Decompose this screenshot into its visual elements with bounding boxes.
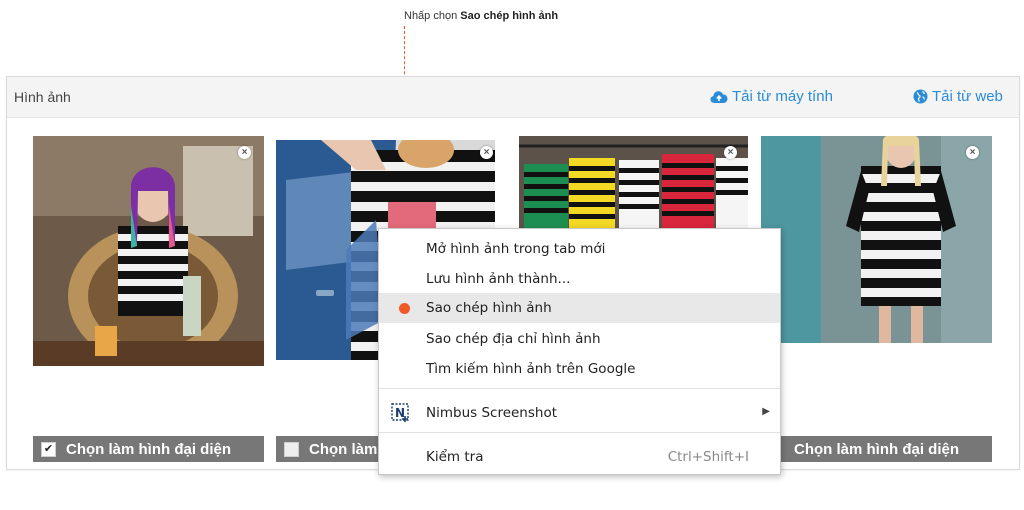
photo-thumbnail-4[interactable]: × [761,136,992,343]
photo-image-4 [761,136,992,343]
menu-separator [379,432,780,433]
cloud-upload-icon [710,90,728,103]
menu-item-copy-image[interactable]: Sao chép hình ảnh [379,293,780,323]
menu-item-inspect[interactable]: Kiểm tra Ctrl+Shift+I [379,442,780,472]
remove-photo-1-button[interactable]: × [238,146,251,159]
upload-from-web-link[interactable]: Tải từ web [913,88,1003,105]
upload-from-computer-link[interactable]: Tải từ máy tính [710,88,833,105]
menu-item-search-image-google[interactable]: Tìm kiếm hình ảnh trên Google [379,354,780,384]
photo-image-1 [33,136,264,366]
remove-photo-3-button[interactable]: × [724,146,737,159]
menu-item-label: Mở hình ảnh trong tab mới [426,241,606,257]
panel-title: Hình ảnh [14,89,71,105]
menu-item-label: Sao chép địa chỉ hình ảnh [426,331,601,347]
menu-item-label: Lưu hình ảnh thành... [426,271,571,287]
photo-thumbnail-1[interactable]: × [33,136,264,366]
nimbus-icon: N [391,403,409,422]
menu-item-save-image-as[interactable]: Lưu hình ảnh thành... [379,264,780,294]
photo-image-3 [519,136,748,228]
svg-text:N: N [395,406,405,420]
submenu-arrow-icon: ▶ [762,406,770,417]
photo-thumbnail-3[interactable]: × [519,136,748,228]
highlight-marker-dot [399,303,410,314]
set-avatar-label-4: Chọn làm hình đại diện [794,440,959,458]
remove-photo-4-button[interactable]: × [966,146,979,159]
set-avatar-label-1: Chọn làm hình đại diện [66,440,231,458]
annotation-bold: Sao chép hình ảnh [460,10,559,22]
menu-item-label: Tìm kiếm hình ảnh trên Google [426,361,636,377]
context-menu: Mở hình ảnh trong tab mới Lưu hình ảnh t… [378,228,781,475]
globe-icon [913,89,928,104]
panel-header: Hình ảnh Tải từ máy tính Tải từ web [7,77,1019,118]
avatar-checkbox-1[interactable]: ✔ [41,441,56,457]
set-avatar-bar-1[interactable]: ✔ Chọn làm hình đại diện [33,436,264,462]
menu-item-open-image-new-tab[interactable]: Mở hình ảnh trong tab mới [379,234,780,264]
set-avatar-label-2: Chọn làm [309,440,378,458]
avatar-checkbox-2[interactable] [284,441,299,457]
menu-item-copy-image-address[interactable]: Sao chép địa chỉ hình ảnh [379,324,780,354]
menu-item-shortcut: Ctrl+Shift+I [667,449,749,465]
instruction-annotation: Nhấp chọn Sao chép hình ảnh [404,10,558,22]
menu-item-label: Sao chép hình ảnh [426,300,552,316]
web-label: Tải từ web [932,88,1003,105]
menu-separator [379,388,780,389]
set-avatar-bar-4[interactable]: Chọn làm hình đại diện [761,436,992,462]
menu-item-nimbus-screenshot[interactable]: N Nimbus Screenshot ▶ [379,398,780,428]
menu-item-label: Kiểm tra [426,449,484,465]
annotation-prefix: Nhấp chọn [404,10,461,22]
upload-label: Tải từ máy tính [732,88,833,105]
remove-photo-2-button[interactable]: × [480,146,493,159]
menu-item-label: Nimbus Screenshot [426,405,558,421]
